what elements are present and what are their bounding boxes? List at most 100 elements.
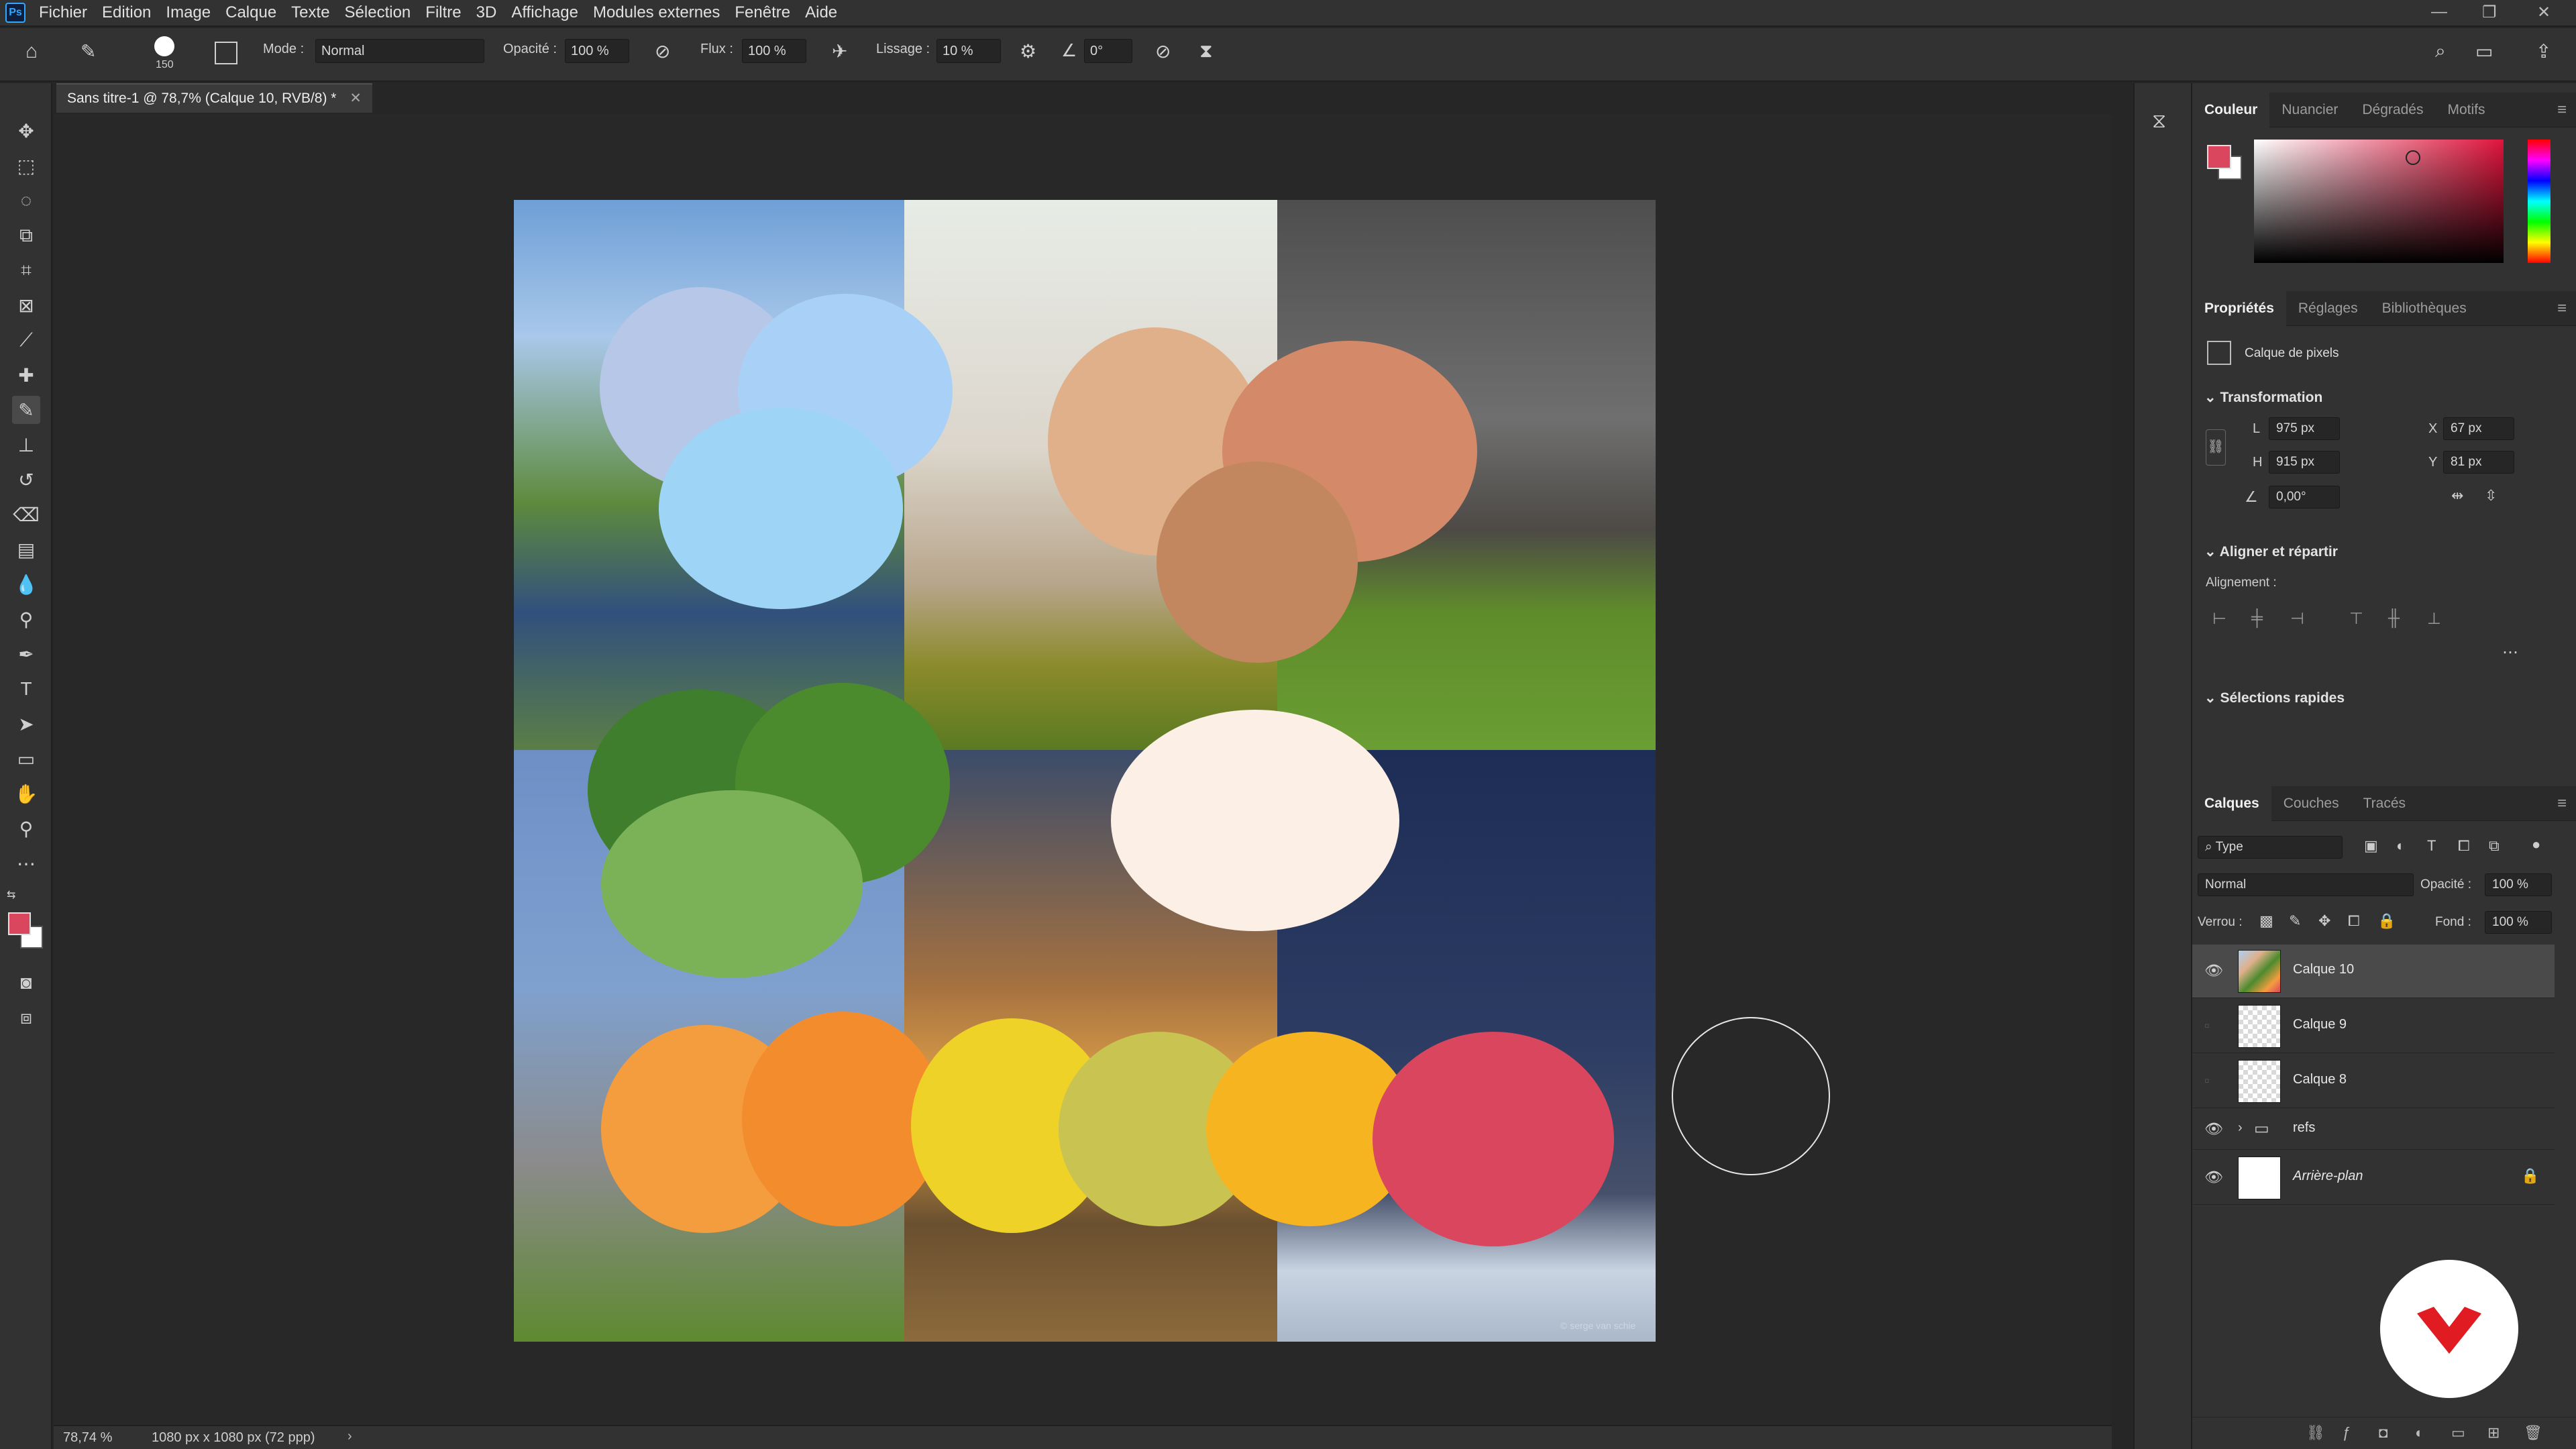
- menu-affichage[interactable]: Affichage: [511, 3, 578, 22]
- panel-menu-icon[interactable]: ≡: [2557, 101, 2567, 119]
- panel-menu-icon[interactable]: ≡: [2557, 794, 2567, 813]
- swap-colors-icon[interactable]: ⇆: [7, 888, 15, 902]
- pen-tool-icon[interactable]: ✒: [12, 640, 40, 668]
- color-panel-foreground[interactable]: [2207, 145, 2231, 169]
- link-dimensions-icon[interactable]: ⛓: [2206, 429, 2226, 466]
- close-icon[interactable]: ✕: [2537, 3, 2551, 22]
- lock-transparency-icon[interactable]: ▩: [2259, 912, 2273, 930]
- blend-mode-select[interactable]: Normal: [2198, 873, 2414, 896]
- zoom-level[interactable]: 78,74 %: [63, 1430, 112, 1446]
- height-input[interactable]: 915 px: [2269, 451, 2340, 474]
- color-picker-ring-icon[interactable]: [2406, 150, 2420, 165]
- filter-pixel-icon[interactable]: ▣: [2364, 837, 2378, 855]
- tab-proprietes[interactable]: Propriétés: [2192, 290, 2286, 326]
- tab-nuancier[interactable]: Nuancier: [2269, 93, 2350, 127]
- menu-calque[interactable]: Calque: [225, 3, 276, 22]
- gradient-tool-icon[interactable]: ▤: [12, 535, 40, 564]
- mode-select[interactable]: Normal: [315, 39, 484, 63]
- smoothing-input[interactable]: 10 %: [936, 39, 1001, 63]
- layer-row[interactable]: 👁 Arrière-plan 🔒: [2192, 1151, 2555, 1205]
- tab-couches[interactable]: Couches: [2271, 786, 2351, 821]
- layer-group-row[interactable]: 👁 › ▭ refs: [2192, 1110, 2555, 1150]
- layer-name[interactable]: Calque 10: [2293, 962, 2354, 977]
- object-select-tool-icon[interactable]: ⧉: [12, 221, 40, 250]
- visibility-eye-icon[interactable]: 👁: [2204, 1120, 2223, 1138]
- layer-name[interactable]: refs: [2293, 1120, 2315, 1136]
- quick-selections-section[interactable]: ⌄ Sélections rapides: [2204, 690, 2345, 706]
- x-input[interactable]: 67 px: [2443, 417, 2514, 440]
- menu-texte[interactable]: Texte: [291, 3, 329, 22]
- layer-name[interactable]: Calque 8: [2293, 1072, 2347, 1087]
- lasso-tool-icon[interactable]: ◌: [12, 186, 40, 215]
- gear-icon[interactable]: ⚙: [1020, 40, 1036, 62]
- menu-fenetre[interactable]: Fenêtre: [735, 3, 790, 22]
- menu-image[interactable]: Image: [166, 3, 211, 22]
- layer-row[interactable]: ▫ Calque 8: [2192, 1055, 2555, 1108]
- menu-3d[interactable]: 3D: [476, 3, 497, 22]
- opacity-input[interactable]: 100 %: [565, 39, 629, 63]
- healing-tool-icon[interactable]: ✚: [12, 361, 40, 389]
- visibility-off-icon[interactable]: ▫: [2204, 1072, 2210, 1089]
- brush-tip-icon[interactable]: [154, 36, 174, 56]
- type-tool-icon[interactable]: T: [12, 675, 40, 703]
- status-chevron-icon[interactable]: ›: [347, 1429, 352, 1444]
- menu-modules-externes[interactable]: Modules externes: [593, 3, 720, 22]
- foreground-color-swatch[interactable]: [8, 912, 31, 935]
- visibility-eye-icon[interactable]: 👁: [2204, 962, 2223, 979]
- angle-input[interactable]: 0°: [1084, 39, 1132, 63]
- lock-all-icon[interactable]: 🔒: [2377, 912, 2396, 930]
- home-icon[interactable]: ⌂: [25, 40, 38, 63]
- align-top-icon[interactable]: ⊤: [2349, 609, 2363, 629]
- width-input[interactable]: 975 px: [2269, 417, 2340, 440]
- brush-preset-icon[interactable]: ✎: [80, 40, 96, 62]
- lock-position-icon[interactable]: ✥: [2318, 912, 2330, 930]
- visibility-off-icon[interactable]: ▫: [2204, 1017, 2210, 1034]
- adjustment-layer-icon[interactable]: ◐: [2415, 1424, 2424, 1442]
- delete-layer-icon[interactable]: 🗑: [2524, 1424, 2542, 1442]
- menu-edition[interactable]: Edition: [102, 3, 151, 22]
- new-layer-icon[interactable]: ⊞: [2487, 1424, 2500, 1442]
- filter-toggle-icon[interactable]: ●: [2532, 836, 2540, 853]
- move-tool-icon[interactable]: ✥: [12, 117, 40, 145]
- marquee-tool-icon[interactable]: ⬚: [12, 152, 40, 180]
- zoom-tool-icon[interactable]: ⚲: [12, 814, 40, 843]
- add-mask-icon[interactable]: ◘: [2379, 1424, 2387, 1442]
- canvas-area[interactable]: © serge van schie: [54, 114, 2112, 1425]
- flip-horizontal-icon[interactable]: ⇹: [2451, 487, 2463, 504]
- filter-shape-icon[interactable]: ⧠: [2458, 837, 2470, 855]
- hand-tool-icon[interactable]: ✋: [12, 780, 40, 808]
- tab-couleur[interactable]: Couleur: [2192, 92, 2270, 127]
- restore-icon[interactable]: ❐: [2482, 3, 2497, 22]
- hue-slider[interactable]: [2528, 140, 2551, 263]
- workspace-icon[interactable]: ▭: [2475, 40, 2493, 62]
- color-field[interactable]: [2254, 140, 2504, 263]
- eraser-tool-icon[interactable]: ⌫: [12, 500, 40, 529]
- flow-input[interactable]: 100 %: [742, 39, 806, 63]
- panel-menu-icon[interactable]: ≡: [2557, 299, 2567, 318]
- filter-smart-object-icon[interactable]: ⧉: [2489, 837, 2500, 855]
- filter-type-icon[interactable]: T: [2427, 837, 2436, 855]
- tab-traces[interactable]: Tracés: [2351, 786, 2418, 821]
- brush-panel-icon[interactable]: [215, 42, 237, 64]
- menu-filtre[interactable]: Filtre: [425, 3, 461, 22]
- link-layers-icon[interactable]: ⛓: [2306, 1424, 2325, 1442]
- layer-name[interactable]: Arrière-plan: [2293, 1169, 2363, 1184]
- stamp-tool-icon[interactable]: ⊥: [12, 431, 40, 459]
- menu-fichier[interactable]: Fichier: [39, 3, 87, 22]
- angle-input[interactable]: 0,00°: [2269, 486, 2340, 508]
- pressure-size-icon[interactable]: ⊘: [1155, 40, 1171, 62]
- flip-vertical-icon[interactable]: ⇳: [2485, 487, 2497, 504]
- align-section[interactable]: ⌄ Aligner et répartir: [2204, 543, 2338, 560]
- document-tab[interactable]: Sans titre-1 @ 78,7% (Calque 10, RVB/8) …: [56, 83, 372, 113]
- lock-pixels-icon[interactable]: ✎: [2289, 912, 2301, 930]
- quick-mask-icon[interactable]: ◙: [12, 969, 40, 997]
- new-group-icon[interactable]: ▭: [2451, 1424, 2465, 1442]
- minimize-icon[interactable]: —: [2431, 3, 2447, 21]
- align-hcenter-icon[interactable]: ╪: [2251, 609, 2263, 628]
- symmetry-icon[interactable]: ⧗: [1199, 40, 1213, 62]
- search-icon[interactable]: ⌕: [2435, 40, 2446, 62]
- menu-aide[interactable]: Aide: [805, 3, 837, 22]
- tab-calques[interactable]: Calques: [2192, 786, 2271, 821]
- tab-degrades[interactable]: Dégradés: [2350, 93, 2435, 127]
- pressure-opacity-icon[interactable]: ⊘: [655, 40, 670, 62]
